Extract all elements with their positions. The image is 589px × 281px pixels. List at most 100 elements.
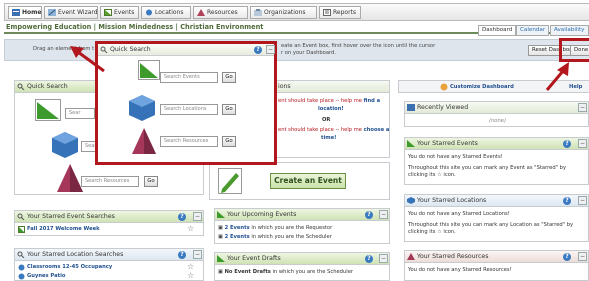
help-icon[interactable]: ? (365, 211, 373, 219)
starred-locations-hint-2: clicking its ☆ icon. (408, 229, 456, 235)
wand-icon (48, 9, 56, 16)
help-icon[interactable]: ? (563, 253, 571, 261)
tab-availability[interactable]: Availability (550, 25, 589, 36)
tab-locations[interactable]: Locations (141, 6, 191, 19)
star-icon: ☆ (437, 229, 442, 235)
starred-events-header: Your Starred Events (405, 138, 588, 150)
location-search-link[interactable]: Classrooms 12-45 Occupancy (27, 264, 112, 270)
starred-event-searches-header: Your Starred Event Searches (15, 211, 203, 223)
minimize-button[interactable]: − (379, 254, 388, 263)
scheduler-events-link[interactable]: 2 Events (225, 234, 250, 240)
help-icon[interactable]: ? (254, 46, 262, 54)
popup-title: Quick Search (110, 46, 151, 53)
tab-reports-label: Reports (333, 9, 357, 16)
find-location-link[interactable]: find a (364, 98, 381, 104)
tab-home[interactable]: Home (8, 6, 42, 19)
pencil-icon (218, 168, 242, 194)
instruction-text-right-2: r on your Dashboard. (281, 50, 336, 56)
tab-dashboard[interactable]: Dashboard (478, 25, 517, 36)
event-drafts-title: Your Event Drafts (227, 255, 281, 262)
minimize-button[interactable]: − (193, 212, 202, 221)
help-icon[interactable]: ? (563, 197, 571, 205)
popup-events-go[interactable]: Go (222, 72, 236, 83)
quick-search-popup[interactable]: Quick Search ? − Search Events Go Search… (95, 41, 277, 165)
minimize-button[interactable]: − (578, 139, 587, 148)
events-icon (104, 9, 112, 16)
popup-events-input[interactable]: Search Events (160, 72, 218, 83)
help-icon[interactable]: ? (178, 251, 186, 259)
popup-locations-input[interactable]: Search Locations (160, 104, 218, 115)
help-icon[interactable]: ? (365, 255, 373, 263)
popup-resources-go[interactable]: Go (222, 136, 236, 147)
events-icon (217, 211, 225, 218)
reports-icon (323, 9, 331, 16)
starred-resources-panel: Your Starred Resources ? − You do not ha… (404, 250, 589, 281)
resources-icon (407, 253, 415, 260)
popup-locations-go[interactable]: Go (222, 104, 236, 115)
tab-events-label: Events (114, 9, 135, 16)
create-event-button[interactable]: Create an Event (270, 173, 346, 189)
requestor-events-link[interactable]: 2 Events (225, 225, 250, 231)
tab-calendar[interactable]: Calendar (516, 25, 550, 36)
star-icon[interactable]: ☆ (187, 262, 194, 271)
tab-event-wizard-label: Event Wizard (58, 9, 98, 16)
minimize-button[interactable]: − (578, 252, 587, 261)
create-event-panel: Create an Event (209, 162, 390, 200)
minimize-button[interactable]: − (379, 210, 388, 219)
choose-time-text: ent should take place -- help me choose … (278, 127, 390, 133)
upcoming-events-header: Your Upcoming Events (215, 209, 389, 221)
events-icon: ▣ (218, 225, 223, 231)
popup-resources-input[interactable]: Search Resources (160, 136, 218, 147)
help-icon[interactable]: ? (178, 213, 186, 221)
done-highlight (559, 38, 589, 62)
starred-locations-hint-1: Throughout this site you can mark any Lo… (408, 222, 574, 228)
tab-events[interactable]: Events (100, 6, 139, 19)
event-search-link[interactable]: Fall 2017 Welcome Week (27, 226, 100, 232)
locations-icon (407, 197, 415, 204)
quick-search-events-input[interactable]: Sear (65, 108, 95, 119)
starred-events-panel: Your Starred Events ? − You do not have … (404, 137, 589, 185)
locations-large-icon (129, 95, 155, 121)
tab-event-wizard[interactable]: Event Wizard (44, 6, 98, 19)
starred-location-searches-title: Your Starred Location Searches (27, 251, 124, 258)
minimize-button[interactable]: − (578, 103, 587, 112)
tab-reports[interactable]: Reports (319, 6, 361, 19)
tab-resources-label: Resources (207, 9, 238, 16)
choose-time-link-2[interactable]: time! (321, 135, 337, 141)
starred-locations-empty: You do not have any Starred Locations! (408, 211, 510, 217)
customize-dashboard-link[interactable]: Customize Dashboard (450, 84, 514, 90)
quick-search-resources-go[interactable]: Go (144, 176, 158, 187)
locations-icon (146, 9, 152, 16)
star-icon[interactable]: ☆ (187, 224, 194, 233)
choose-time-link[interactable]: choose a (364, 127, 390, 133)
tab-organizations[interactable]: Organizations (250, 6, 317, 19)
resources-large-icon (132, 128, 156, 154)
events-icon (18, 226, 25, 233)
minimize-button[interactable]: − (266, 45, 275, 54)
starred-locations-panel: Your Starred Locations ? − You do not ha… (404, 194, 589, 242)
upcoming-requestor: ▣ 2 Events in which you are the Requesto… (218, 225, 333, 231)
event-help-title: ions (278, 83, 291, 90)
starred-event-searches-panel: Your Starred Event Searches ? − Fall 201… (14, 210, 204, 236)
starred-events-empty: You do not have any Starred Events! (408, 154, 503, 160)
tab-resources[interactable]: Resources (193, 6, 248, 19)
minimize-button[interactable]: − (578, 196, 587, 205)
event-drafts-row: ▣ No Event Drafts in which you are the S… (218, 269, 354, 275)
find-location-link-2[interactable]: location! (318, 106, 344, 112)
help-icon[interactable]: ? (563, 140, 571, 148)
recently-viewed-panel: Recently Viewed − (none) (404, 101, 589, 127)
events-icon: ▣ (218, 234, 223, 240)
event-drafts-header: Your Event Drafts (215, 253, 389, 265)
starred-location-searches-header: Your Starred Location Searches (15, 249, 203, 261)
search-icon (17, 213, 25, 220)
minimize-button[interactable]: − (193, 250, 202, 259)
starred-resources-empty: You do not have any Starred Resources! (408, 267, 512, 273)
quick-search-resources-input[interactable]: Search Resources (81, 176, 139, 187)
main-nav: Home Event Wizard Events Locations Resou… (4, 3, 589, 21)
star-icon[interactable]: ☆ (187, 271, 194, 280)
location-search-link[interactable]: Guynes Patio (27, 273, 65, 279)
title-bar: Empowering Education | Mission Mindednes… (4, 22, 589, 36)
starred-resources-title: Your Starred Resources (417, 253, 489, 260)
popup-header[interactable]: Quick Search (98, 44, 274, 56)
event-drafts-panel: Your Event Drafts ? − ▣ No Event Drafts … (214, 252, 390, 281)
